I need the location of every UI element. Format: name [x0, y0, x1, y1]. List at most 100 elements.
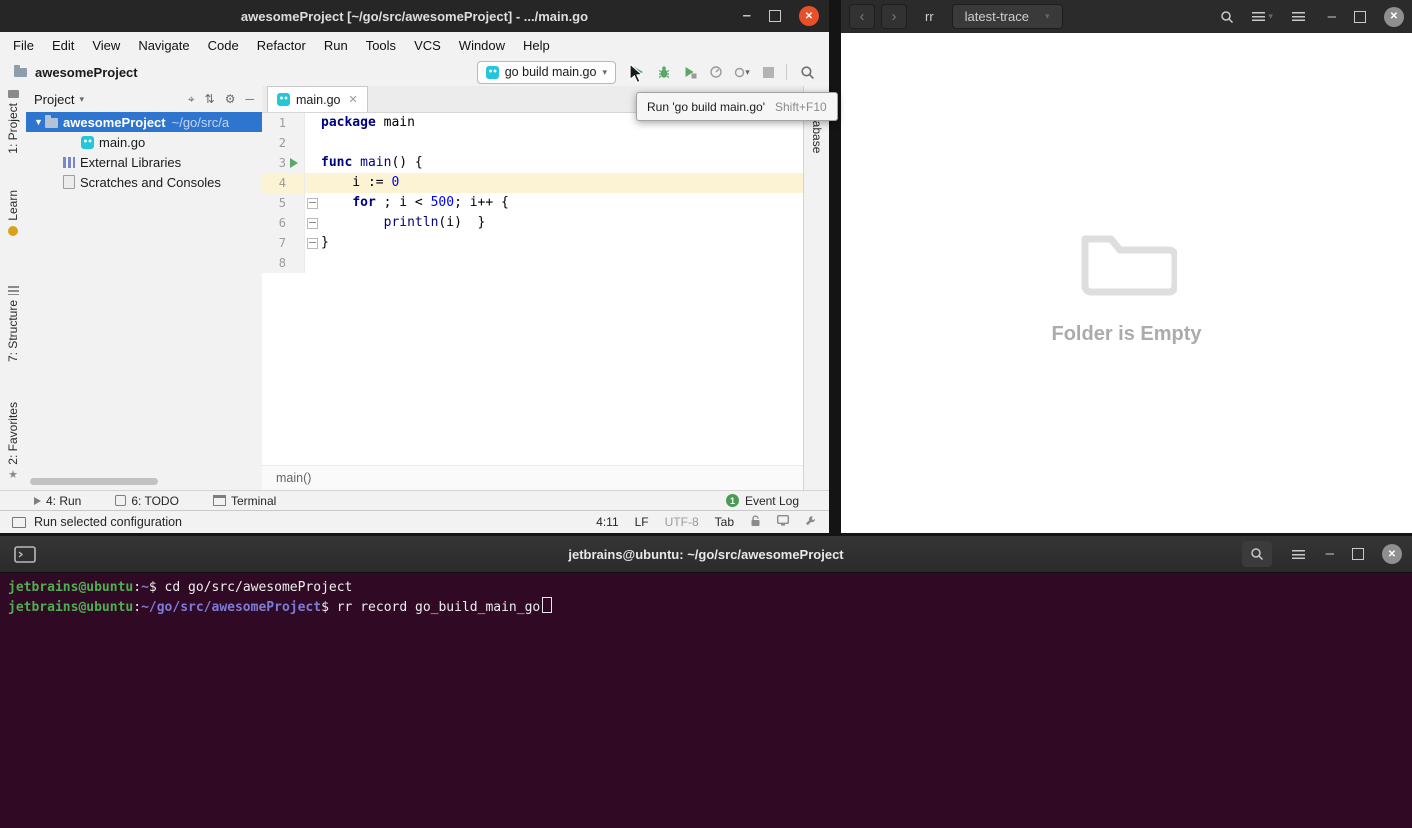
tool-button-4-run[interactable]: 4: Run: [34, 494, 81, 508]
menu-item-tools[interactable]: Tools: [357, 38, 405, 53]
stop-icon: [763, 67, 774, 78]
path-button-current[interactable]: latest-trace ▾: [952, 4, 1063, 29]
tool-button-6-todo[interactable]: 6: TODO: [115, 494, 179, 508]
menu-button[interactable]: [1284, 4, 1314, 29]
ide-window-controls: – ✕: [743, 0, 819, 32]
run-config-select[interactable]: go build main.go ▾: [477, 61, 616, 84]
tool-button-2-favorites[interactable]: 2: Favorites★: [0, 402, 26, 481]
file-manager-header[interactable]: ‹ › rr latest-trace ▾ ▾ – ✕: [841, 0, 1412, 33]
search-everywhere-button[interactable]: [795, 61, 819, 83]
lock-icon[interactable]: [750, 515, 761, 530]
expander-icon[interactable]: ▼: [32, 117, 45, 127]
breadcrumb[interactable]: main(): [276, 471, 311, 485]
maximize-button[interactable]: [1352, 548, 1364, 560]
path-button-rr[interactable]: rr: [913, 4, 946, 29]
view-options-button[interactable]: ▾: [1248, 4, 1278, 29]
terminal-body[interactable]: jetbrains@ubuntu:~$ cd go/src/awesomePro…: [0, 573, 1412, 617]
maximize-button[interactable]: [1354, 11, 1366, 23]
run-config-label: go build main.go: [505, 65, 597, 79]
empty-folder-icon: [1077, 224, 1177, 300]
minimize-button[interactable]: –: [1328, 12, 1336, 22]
coverage-icon: [683, 65, 697, 79]
hamburger-icon: [1292, 12, 1305, 21]
menu-button[interactable]: [1284, 541, 1314, 567]
toolbar-project-name: awesomeProject: [35, 65, 138, 80]
menu-item-navigate[interactable]: Navigate: [129, 38, 198, 53]
fold-icon[interactable]: [307, 218, 318, 229]
go-file-icon: [277, 93, 290, 106]
wrench-icon[interactable]: [805, 515, 817, 530]
ide-titlebar[interactable]: awesomeProject [~/go/src/awesomeProject]…: [0, 0, 829, 32]
menu-item-view[interactable]: View: [83, 38, 129, 53]
menu-item-window[interactable]: Window: [450, 38, 514, 53]
toolwindow-quick-access-icon[interactable]: [12, 517, 26, 528]
tool-button-learn[interactable]: Learn: [0, 190, 26, 236]
search-button[interactable]: [1212, 4, 1242, 29]
terminal-title: jetbrains@ubuntu: ~/go/src/awesomeProjec…: [0, 547, 1412, 562]
line-number: 1: [262, 113, 286, 133]
minimize-button[interactable]: –: [743, 11, 751, 21]
close-button[interactable]: ✕: [1384, 7, 1404, 27]
debug-button[interactable]: [652, 61, 676, 83]
run-line-icon[interactable]: [286, 153, 302, 173]
fold-icon[interactable]: [307, 238, 318, 249]
tool-button-database[interactable]: Database: [810, 102, 824, 490]
project-panel: Project ▾ ⌖ ⇅ ⚙ ─ ▼awesomeProject~/go/sr…: [26, 86, 262, 490]
maximize-button[interactable]: [769, 10, 781, 22]
attach-process-button[interactable]: ▾: [730, 61, 754, 83]
search-button[interactable]: [1242, 541, 1272, 567]
fold-icon[interactable]: [307, 198, 318, 209]
forward-button[interactable]: ›: [881, 4, 907, 29]
expand-collapse-icon[interactable]: ⇅: [205, 92, 215, 106]
chevron-down-icon: ▾: [79, 94, 84, 105]
gear-icon[interactable]: ⚙: [225, 92, 236, 106]
profiler-icon: [709, 65, 723, 79]
editor-tab-main-go[interactable]: main.go ✕: [267, 86, 368, 112]
hide-panel-icon[interactable]: ─: [245, 92, 254, 106]
code-area[interactable]: 1package main23func main() {4 i := 05 fo…: [262, 113, 803, 465]
attach-icon: [734, 67, 745, 78]
tree-item-main-go[interactable]: main.go: [26, 132, 262, 152]
menu-item-file[interactable]: File: [4, 38, 43, 53]
tool-button-terminal[interactable]: Terminal: [213, 494, 276, 508]
command-text: cd go/src/awesomeProject: [165, 580, 353, 595]
chevron-down-icon: ▾: [1268, 11, 1273, 22]
event-log-button[interactable]: 1 Event Log: [726, 494, 799, 508]
run-icon: [34, 497, 41, 505]
line-number: 7: [262, 233, 286, 253]
menu-item-run[interactable]: Run: [315, 38, 357, 53]
back-button[interactable]: ‹: [849, 4, 875, 29]
tool-button-1-project[interactable]: 1: Project: [0, 90, 26, 154]
terminal-header[interactable]: jetbrains@ubuntu: ~/go/src/awesomeProjec…: [0, 536, 1412, 573]
close-button[interactable]: ✕: [799, 6, 819, 26]
indent-style[interactable]: Tab: [715, 515, 734, 529]
profiler-button[interactable]: [704, 61, 728, 83]
line-separator[interactable]: LF: [635, 515, 649, 529]
tree-item-awesomeproject[interactable]: ▼awesomeProject~/go/src/a: [26, 112, 262, 132]
project-panel-header[interactable]: Project ▾ ⌖ ⇅ ⚙ ─: [26, 86, 262, 112]
chevron-down-icon: ▾: [602, 67, 607, 78]
tree-item-external-libraries[interactable]: External Libraries: [26, 152, 262, 172]
inspections-monitor-icon[interactable]: [777, 515, 789, 529]
close-tab-icon[interactable]: ✕: [348, 93, 357, 106]
caret-position[interactable]: 4:11: [596, 515, 618, 529]
file-encoding[interactable]: UTF-8: [665, 515, 699, 529]
status-message: Run selected configuration: [34, 515, 182, 529]
code-line: 5 for ; i < 500; i++ {: [262, 193, 803, 213]
minimize-button[interactable]: –: [1326, 549, 1334, 559]
run-with-coverage-button[interactable]: [678, 61, 702, 83]
menu-item-edit[interactable]: Edit: [43, 38, 83, 53]
menu-item-code[interactable]: Code: [199, 38, 248, 53]
close-button[interactable]: ✕: [1382, 544, 1402, 564]
stop-button[interactable]: [756, 61, 780, 83]
bottom-tool-bar: 4: Run 6: TODO Terminal 1 Event Log: [0, 490, 829, 510]
menu-item-refactor[interactable]: Refactor: [248, 38, 315, 53]
tree-item-scratches-and-consoles[interactable]: Scratches and Consoles: [26, 172, 262, 192]
line-number: 2: [262, 133, 286, 153]
tool-button-7-structure[interactable]: 7: Structure: [0, 286, 26, 362]
menu-item-help[interactable]: Help: [514, 38, 559, 53]
locate-file-icon[interactable]: ⌖: [188, 92, 195, 107]
terminal-app-button[interactable]: [10, 541, 40, 567]
menu-item-vcs[interactable]: VCS: [405, 38, 450, 53]
horizontal-scrollbar[interactable]: [30, 478, 158, 485]
